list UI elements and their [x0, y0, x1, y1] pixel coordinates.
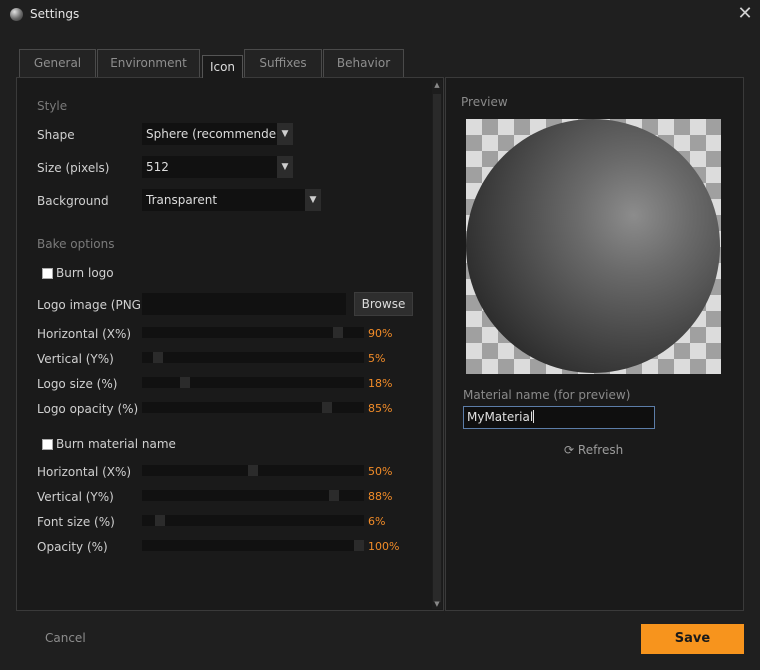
material-name-label: Material name (for preview) — [463, 388, 631, 402]
logo-vertical-value: 5% — [368, 352, 386, 365]
logo-size-label: Logo size (%) — [37, 377, 118, 391]
shape-dropdown-icon[interactable]: ▼ — [277, 123, 293, 145]
settings-scrollbar[interactable]: ▲ ▼ — [432, 80, 442, 609]
logo-vertical-slider[interactable] — [142, 352, 364, 363]
tab-icon[interactable]: Icon — [202, 55, 243, 78]
slider-handle[interactable] — [329, 490, 339, 501]
material-vertical-value: 88% — [368, 490, 393, 503]
burn-material-checkbox[interactable] — [42, 439, 53, 450]
slider-handle[interactable] — [153, 352, 163, 363]
scroll-down-icon[interactable]: ▼ — [432, 599, 442, 609]
save-button[interactable]: Save — [641, 624, 744, 654]
browse-button[interactable]: Browse — [354, 292, 413, 316]
slider-handle[interactable] — [322, 402, 332, 413]
bake-options-title: Bake options — [37, 237, 115, 251]
material-opacity-label: Opacity (%) — [37, 540, 108, 554]
tab-behavior[interactable]: Behavior — [323, 49, 404, 77]
preview-image — [466, 119, 721, 374]
refresh-icon: ⟳ — [564, 443, 575, 457]
slider-handle[interactable] — [354, 540, 364, 551]
preview-title: Preview — [461, 95, 508, 109]
material-horizontal-label: Horizontal (X%) — [37, 465, 132, 479]
cancel-button[interactable]: Cancel — [45, 631, 86, 645]
window-title: Settings — [30, 7, 80, 21]
size-dropdown-icon[interactable]: ▼ — [277, 156, 293, 178]
burn-logo-checkbox[interactable] — [42, 268, 53, 279]
material-opacity-slider[interactable] — [142, 540, 364, 551]
logo-horizontal-value: 90% — [368, 327, 393, 340]
slider-handle[interactable] — [248, 465, 258, 476]
slider-handle[interactable] — [333, 327, 343, 338]
style-section-title: Style — [37, 99, 68, 113]
scroll-up-icon[interactable]: ▲ — [432, 80, 442, 90]
size-label: Size (pixels) — [37, 161, 110, 175]
logo-horizontal-label: Horizontal (X%) — [37, 327, 132, 341]
material-font-size-slider[interactable] — [142, 515, 364, 526]
close-button[interactable]: ✕ — [734, 3, 756, 25]
size-select[interactable]: 512 — [142, 156, 277, 178]
logo-vertical-label: Vertical (Y%) — [37, 352, 114, 366]
shape-label: Shape — [37, 128, 75, 142]
background-dropdown-icon[interactable]: ▼ — [305, 189, 321, 211]
logo-opacity-label: Logo opacity (%) — [37, 402, 139, 416]
title-bar: Settings ✕ — [0, 0, 760, 30]
refresh-button[interactable]: ⟳ Refresh — [564, 443, 623, 457]
material-vertical-label: Vertical (Y%) — [37, 490, 114, 504]
material-name-value: MyMaterial — [467, 410, 534, 424]
refresh-label: Refresh — [577, 443, 624, 457]
logo-opacity-slider[interactable] — [142, 402, 364, 413]
tab-suffixes[interactable]: Suffixes — [244, 49, 322, 77]
logo-horizontal-slider[interactable] — [142, 327, 364, 338]
burn-logo-label: Burn logo — [56, 266, 114, 280]
burn-material-label: Burn material name — [56, 437, 176, 451]
material-name-input[interactable]: MyMaterial — [463, 406, 655, 429]
tab-general[interactable]: General — [19, 49, 96, 77]
logo-size-slider[interactable] — [142, 377, 364, 388]
logo-image-label: Logo image (PNG) — [37, 298, 146, 312]
material-font-size-value: 6% — [368, 515, 386, 528]
material-opacity-value: 100% — [368, 540, 400, 553]
background-label: Background — [37, 194, 109, 208]
logo-size-value: 18% — [368, 377, 393, 390]
material-font-size-label: Font size (%) — [37, 515, 115, 529]
logo-opacity-value: 85% — [368, 402, 393, 415]
tab-environment[interactable]: Environment — [97, 49, 200, 77]
material-horizontal-value: 50% — [368, 465, 393, 478]
material-vertical-slider[interactable] — [142, 490, 364, 501]
scroll-thumb[interactable] — [433, 94, 441, 602]
app-logo-icon — [10, 8, 23, 21]
text-caret — [533, 410, 535, 423]
background-select[interactable]: Transparent — [142, 189, 305, 211]
logo-image-input[interactable] — [142, 293, 346, 315]
slider-handle[interactable] — [155, 515, 165, 526]
sphere-preview — [466, 119, 720, 373]
shape-select[interactable]: Sphere (recommended — [142, 123, 277, 145]
material-horizontal-slider[interactable] — [142, 465, 364, 476]
slider-handle[interactable] — [180, 377, 190, 388]
